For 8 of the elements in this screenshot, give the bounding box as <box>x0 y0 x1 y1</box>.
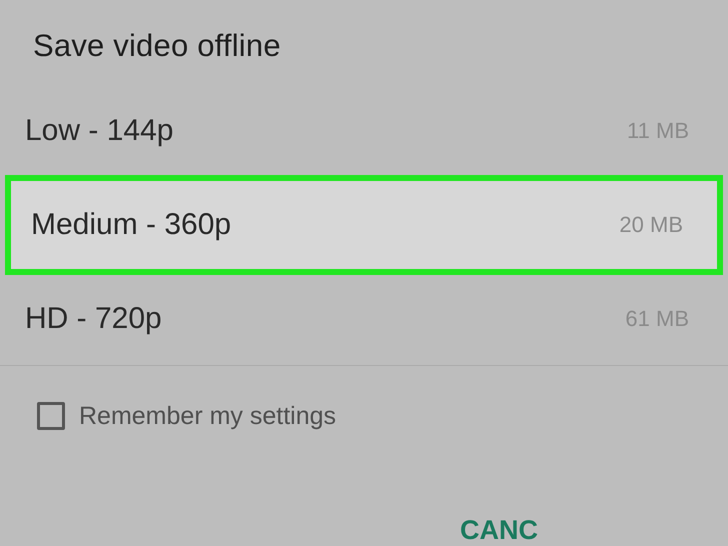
quality-label: Medium - 360p <box>31 208 232 242</box>
quality-option[interactable]: Medium - 360p 20 MB <box>5 174 723 276</box>
dialog-title: Save video offline <box>32 27 282 65</box>
checkbox[interactable] <box>37 402 65 430</box>
file-size: 20 MB <box>619 212 683 238</box>
checkbox-label: Remember my settings <box>79 402 336 431</box>
quality-label: Low - 144p <box>25 114 174 148</box>
quality-label: HD - 720p <box>25 302 162 336</box>
